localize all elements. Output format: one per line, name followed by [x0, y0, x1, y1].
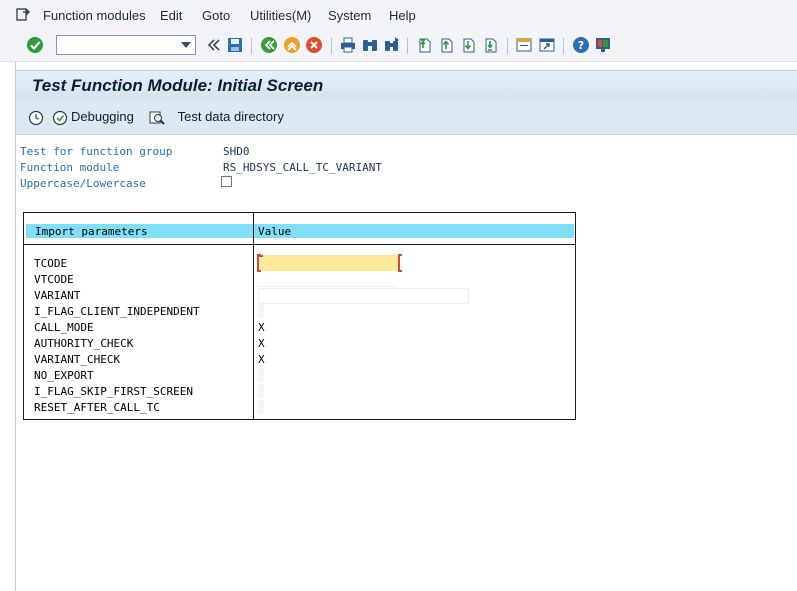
shortcut-icon[interactable] [538, 36, 556, 54]
layout-icon[interactable] [594, 36, 612, 54]
execute-clock-icon [28, 110, 44, 125]
menu-utilities[interactable]: Utilities(M) [250, 8, 311, 23]
param-name-i-flag-skip-first-screen: I_FLAG_SKIP_FIRST_SCREEN [34, 385, 193, 398]
param-name-reset-after-call-tc: RESET_AFTER_CALL_TC [34, 401, 160, 414]
import-parameters-table: Import parameters Value TCODE VTCODE VAR… [23, 212, 576, 420]
no-export-input[interactable] [258, 368, 264, 382]
debugging-label: Debugging [71, 109, 134, 124]
previous-page-icon[interactable] [438, 36, 456, 54]
find-next-icon[interactable] [383, 36, 401, 54]
svg-text:?: ? [578, 39, 584, 52]
help-icon[interactable]: ? [572, 36, 590, 54]
uppercase-lowercase-checkbox[interactable] [221, 176, 232, 187]
uppercase-lowercase-label: Uppercase/Lowercase [20, 177, 146, 190]
menu-edit[interactable]: Edit [160, 8, 182, 23]
print-icon[interactable] [339, 36, 357, 54]
execute-button[interactable] [28, 109, 47, 126]
value-header: Value [258, 225, 292, 238]
chevron-down-icon[interactable] [181, 42, 191, 48]
param-name-variant-check: VARIANT_CHECK [34, 353, 121, 366]
call-mode-input[interactable]: X [258, 321, 265, 334]
function-module-value: RS_HDSYS_CALL_TC_VARIANT [223, 161, 382, 174]
menu-goto[interactable]: Goto [202, 8, 230, 23]
param-name-variant: VARIANT [34, 289, 81, 302]
function-module-label: Function module [20, 161, 120, 174]
i-flag-client-independent-input[interactable] [258, 304, 264, 318]
back-icon[interactable] [205, 36, 223, 54]
page-title: Test Function Module: Initial Screen [32, 76, 324, 95]
test-data-icon [149, 111, 165, 125]
find-icon[interactable] [361, 36, 379, 54]
application-toolbar: Debugging Test data directory [16, 101, 797, 135]
left-border [0, 62, 16, 591]
next-page-icon[interactable] [460, 36, 478, 54]
test-data-label: Test data directory [177, 109, 284, 124]
enter-check-icon[interactable] [26, 36, 44, 54]
reset-after-call-tc-input[interactable] [258, 400, 264, 414]
test-data-directory-button[interactable]: Test data directory [149, 109, 284, 126]
tcode-input[interactable] [257, 254, 400, 271]
menu-icon[interactable] [16, 8, 30, 21]
standard-toolbar: ? [0, 31, 797, 62]
title-bar: Test Function Module: Initial Screen [16, 70, 797, 102]
menu-function-modules[interactable]: Function modules [43, 8, 146, 23]
variant-input[interactable] [258, 288, 469, 304]
last-page-icon[interactable] [482, 36, 500, 54]
function-group-label: Test for function group [20, 145, 173, 158]
back-green-icon[interactable] [260, 36, 278, 54]
param-name-vtcode: VTCODE [34, 273, 74, 286]
save-icon[interactable] [226, 36, 244, 54]
exit-icon[interactable] [283, 36, 301, 54]
variant-check-input[interactable]: X [258, 353, 265, 366]
create-session-icon[interactable] [515, 36, 533, 54]
i-flag-skip-first-screen-input[interactable] [258, 384, 264, 398]
function-group-value: SHD0 [223, 145, 250, 158]
param-name-tcode: TCODE [34, 257, 68, 270]
debugging-button[interactable]: Debugging [52, 109, 134, 126]
authority-check-input[interactable]: X [258, 337, 265, 350]
menu-bar: Function modules Edit Goto Utilities(M) … [0, 0, 797, 32]
first-page-icon[interactable] [416, 36, 434, 54]
param-name-authority-check: AUTHORITY_CHECK [34, 337, 134, 350]
menu-help[interactable]: Help [389, 8, 416, 23]
import-parameters-header: Import parameters [35, 225, 148, 238]
command-field[interactable] [56, 35, 196, 55]
cancel-icon[interactable] [305, 36, 323, 54]
debug-icon [52, 110, 68, 125]
menu-system[interactable]: System [328, 8, 371, 23]
vtcode-input[interactable] [258, 272, 397, 287]
param-name-no-export: NO_EXPORT [34, 369, 94, 382]
param-name-call-mode: CALL_MODE [34, 321, 94, 334]
param-name-i-flag-client-independent: I_FLAG_CLIENT_INDEPENDENT [34, 305, 200, 318]
